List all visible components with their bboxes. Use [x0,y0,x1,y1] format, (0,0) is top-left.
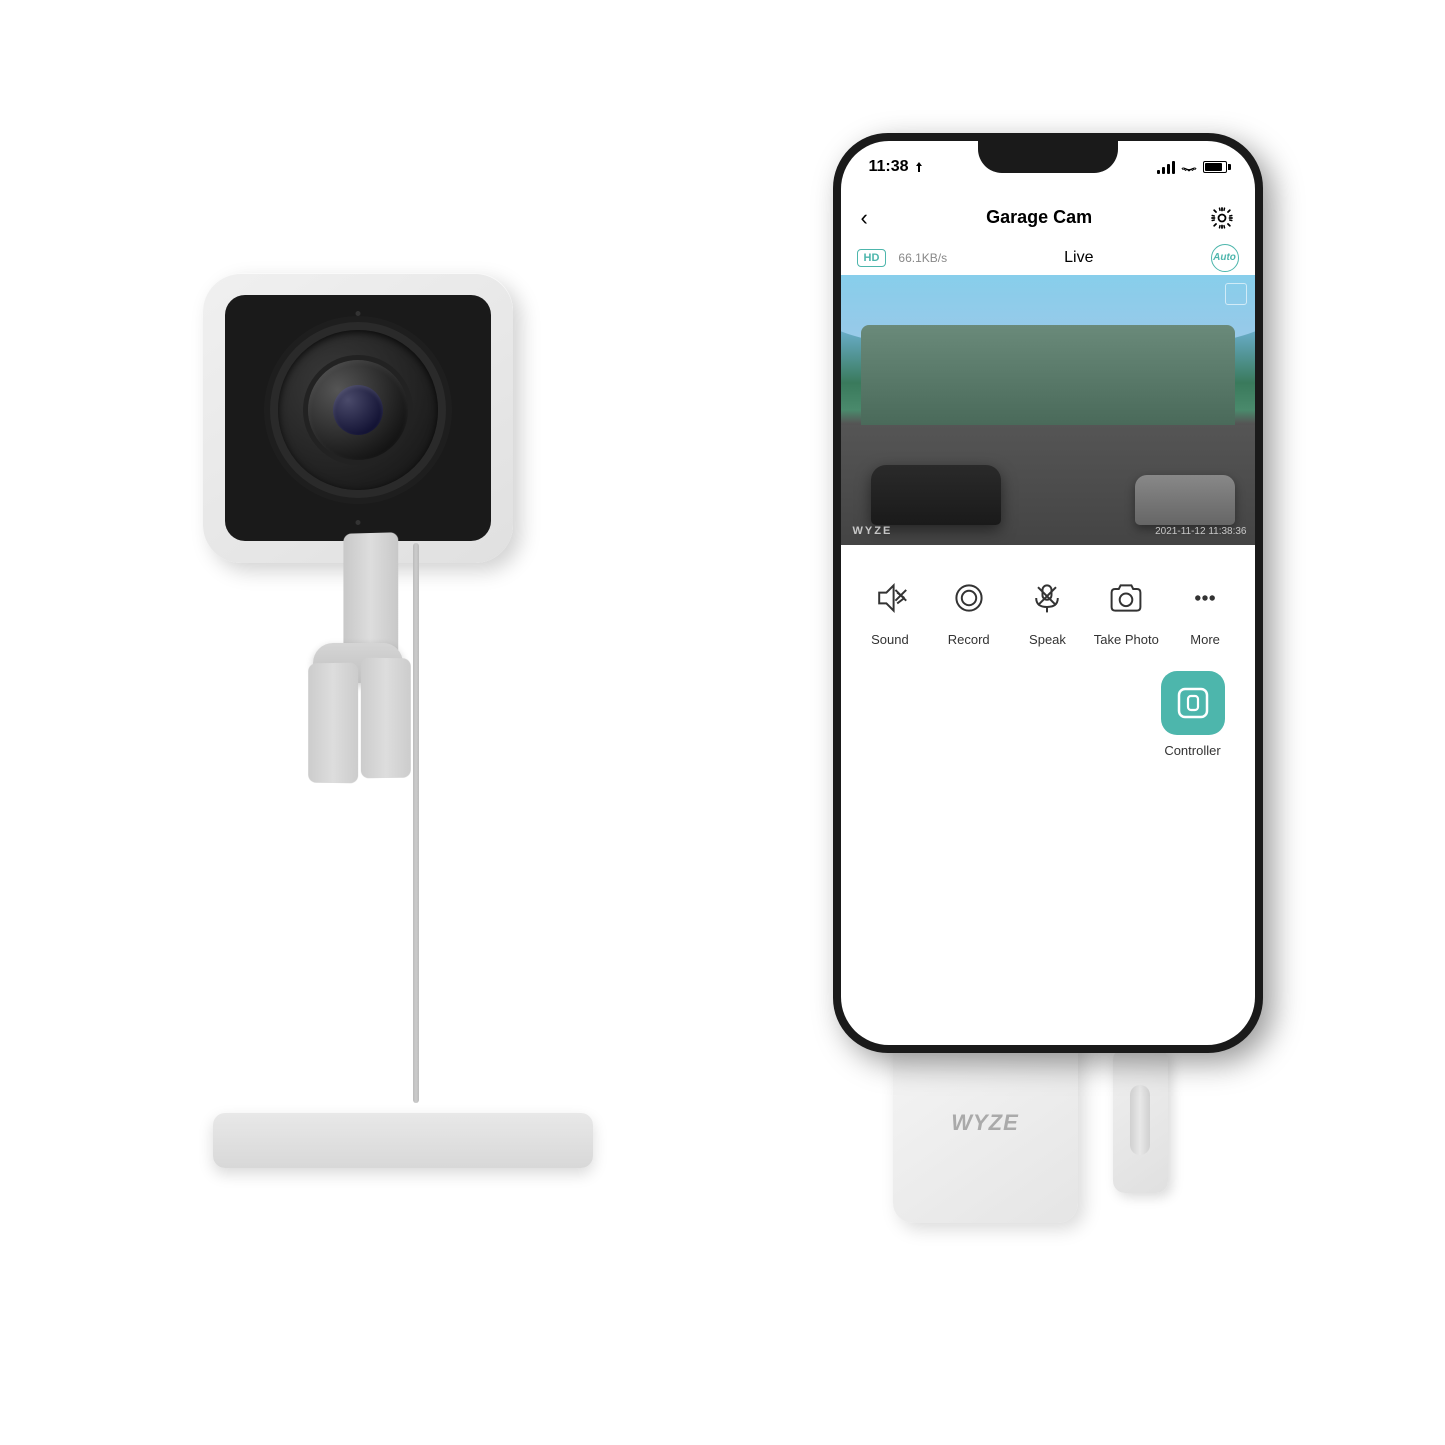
signal-bar-1 [1157,170,1160,174]
sound-control[interactable]: Sound [854,572,926,647]
camera-bottom-dot [355,520,360,525]
time-display: 11:38 [869,158,909,176]
camera-cable [413,543,419,1103]
location-icon [913,161,925,173]
wyze-watermark: WYZE [853,525,893,537]
controls-row: Sound Record [841,556,1255,666]
car-left [871,465,1001,525]
status-icons [1157,160,1227,174]
controller-label: Controller [1164,743,1220,758]
signal-bar-2 [1162,167,1165,174]
camera-hardware [173,243,733,1203]
battery-fill [1205,163,1222,171]
sound-icon [872,580,908,616]
signal-bar-4 [1172,161,1175,174]
record-label: Record [948,632,990,647]
garage-door [861,325,1235,425]
auto-badge[interactable]: Auto [1211,244,1239,272]
sound-label: Sound [871,632,909,647]
car-right [1135,475,1235,525]
battery-icon [1203,161,1227,173]
more-label: More [1190,632,1220,647]
door-sensor [1113,1048,1168,1193]
camera-timestamp: 2021-11-12 11:38:36 [1155,526,1246,537]
record-control[interactable]: Record [933,572,1005,647]
speak-icon [1029,580,1065,616]
speed-indicator: 66.1KB/s [898,251,947,265]
camera-arm-lower-right [360,657,410,778]
more-control[interactable]: More [1169,572,1241,647]
camera-icon [1108,580,1144,616]
camera-body [203,273,513,563]
wyze-hub: WYZE [893,1023,1078,1223]
wifi-icon [1181,161,1197,173]
signal-bars-icon [1157,160,1175,174]
camera-lens-inner [308,360,408,460]
phone-notch [978,141,1118,173]
camera-feed: WYZE 2021-11-12 11:38:36 [841,275,1255,545]
speak-control[interactable]: Speak [1011,572,1083,647]
camera-front [225,295,491,541]
camera-feed-image: WYZE 2021-11-12 11:38:36 [841,275,1255,545]
auto-badge-text: Auto [1213,252,1236,263]
more-icon [1187,580,1223,616]
app-header: ‹ Garage Cam [841,193,1255,243]
take-photo-control[interactable]: Take Photo [1090,572,1162,647]
take-photo-icon-wrap [1100,572,1152,624]
take-photo-label: Take Photo [1094,632,1159,647]
status-time: 11:38 [869,158,925,176]
speak-label: Speak [1029,632,1066,647]
door-sensor-groove [1130,1085,1150,1155]
fullscreen-button[interactable] [1225,283,1247,305]
live-label: Live [959,249,1198,267]
wyze-hub-logo: WYZE [951,1110,1019,1136]
page-title: Garage Cam [986,207,1092,228]
camera-lens-core [333,385,383,435]
scene: WYZE 11:38 [173,123,1273,1323]
record-icon-wrap [943,572,995,624]
controller-section: Controller [1161,671,1225,758]
camera-lens-outer [278,330,438,490]
controller-button[interactable] [1161,671,1225,735]
phone-screen: 11:38 [841,141,1255,1045]
settings-icon[interactable] [1210,206,1234,230]
speak-icon-wrap [1021,572,1073,624]
camera-ir-dot [355,311,360,316]
phone: 11:38 [833,133,1263,1053]
camera-base [213,1113,593,1168]
record-icon [951,580,987,616]
garage-overlay [841,275,1255,545]
hd-badge[interactable]: HD [857,249,887,267]
controller-icon [1174,684,1212,722]
more-icon-wrap [1179,572,1231,624]
sound-icon-wrap [864,572,916,624]
signal-bar-3 [1167,164,1170,174]
camera-toolbar: HD 66.1KB/s Live Auto [841,241,1255,275]
back-button[interactable]: ‹ [861,205,868,231]
camera-arm-lower-left [308,662,358,783]
